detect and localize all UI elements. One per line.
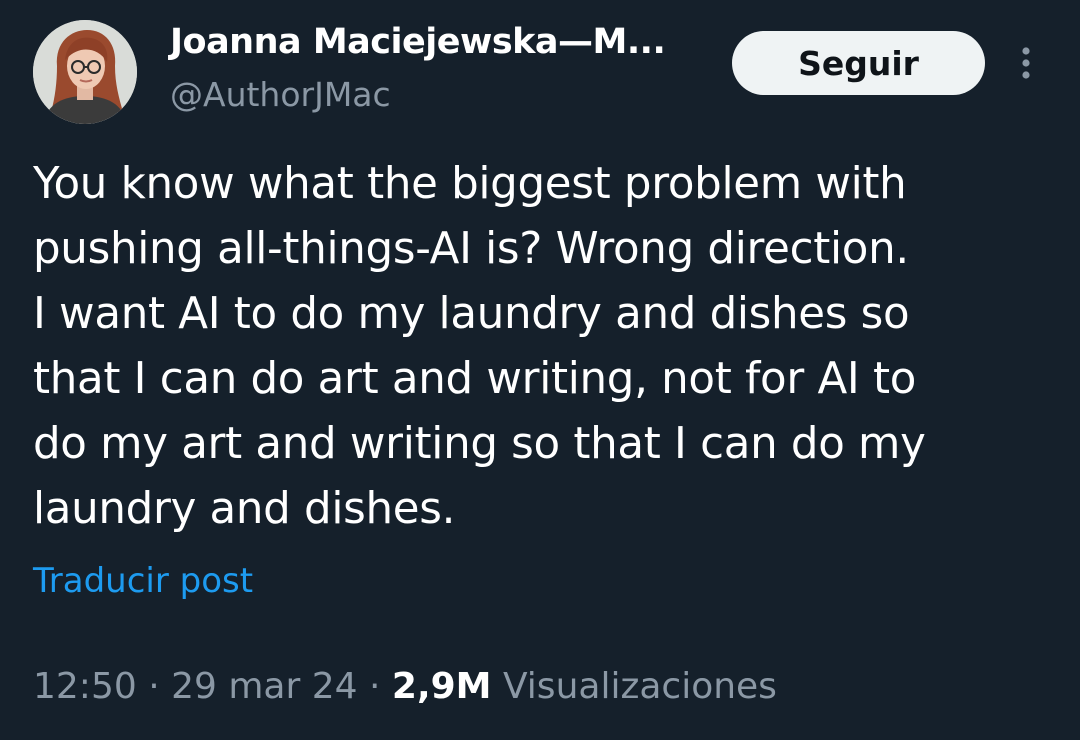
- post-text: You know what the biggest problem with p…: [33, 152, 1053, 542]
- post-date[interactable]: 29 mar 24: [171, 666, 357, 707]
- avatar[interactable]: [33, 20, 137, 124]
- post-text-line: do my art and writing so that I can do m…: [33, 419, 926, 469]
- views-count[interactable]: 2,9M: [392, 666, 492, 707]
- author-display-name[interactable]: Joanna Maciejewska—M...: [170, 22, 666, 62]
- post-metadata: 12:50 · 29 mar 24 · 2,9M Visualizaciones: [33, 666, 777, 707]
- vertical-ellipsis-icon[interactable]: [1012, 44, 1040, 84]
- meta-separator: ·: [148, 666, 160, 707]
- post-text-line: pushing all-things-AI is? Wrong directio…: [33, 224, 909, 274]
- profile-photo: [33, 20, 137, 124]
- author-handle[interactable]: @AuthorJMac: [170, 75, 391, 114]
- post-text-line: You know what the biggest problem with: [33, 159, 907, 209]
- post-text-line: that I can do art and writing, not for A…: [33, 354, 917, 404]
- follow-button[interactable]: Seguir: [732, 31, 985, 95]
- post-text-line: laundry and dishes.: [33, 484, 456, 534]
- views-label[interactable]: Visualizaciones: [503, 666, 777, 707]
- post-time[interactable]: 12:50: [33, 666, 137, 707]
- translate-post-link[interactable]: Traducir post: [33, 561, 253, 601]
- post-text-line: I want AI to do my laundry and dishes so: [33, 289, 910, 339]
- meta-separator: ·: [369, 666, 381, 707]
